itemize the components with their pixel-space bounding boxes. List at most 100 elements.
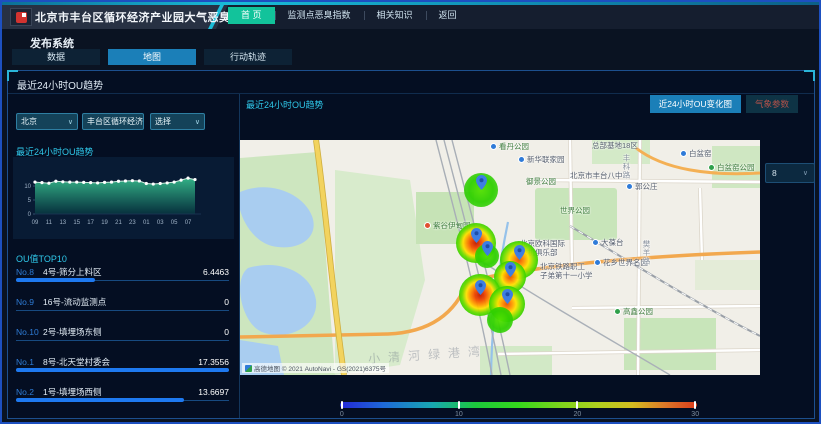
publish-tab-0[interactable]: 数据 bbox=[12, 49, 100, 65]
svg-text:13: 13 bbox=[59, 220, 66, 226]
publish-tab-1[interactable]: 地图 bbox=[108, 49, 196, 65]
nav-item-3[interactable]: 返回 bbox=[426, 7, 470, 24]
blue-poi-icon bbox=[592, 239, 599, 246]
map-label-0: 看丹公园 bbox=[490, 142, 529, 151]
chevron-down-icon: ∨ bbox=[68, 118, 73, 126]
map-pin-icon-5[interactable] bbox=[475, 280, 486, 295]
top-list-row-2[interactable]: No.102号-填埋场东侧0 bbox=[16, 324, 229, 354]
map-label-3: 北京市丰台八中 bbox=[570, 171, 623, 180]
top-list-row-text: No.102号-填埋场东侧0 bbox=[16, 324, 229, 338]
panel-title: 最近24小时OU趋势 bbox=[17, 77, 103, 92]
ou-value: 0 bbox=[224, 327, 229, 337]
blue-poi-icon bbox=[626, 183, 633, 190]
map-label-text: 总部基地18区 bbox=[592, 141, 638, 150]
rank-label: No.10 bbox=[16, 327, 43, 337]
city-select-value: 北京 bbox=[21, 116, 37, 127]
map-label-text: 看丹公园 bbox=[499, 142, 529, 151]
map-label-text: 大葆台 bbox=[601, 238, 624, 247]
trend-chart: 0510091113151719212301030507 bbox=[13, 157, 234, 239]
svg-text:11: 11 bbox=[46, 220, 53, 226]
park-select[interactable]: 丰台区循环经济产 ∨ bbox=[82, 113, 144, 130]
scale-tick-mark-1 bbox=[458, 401, 460, 409]
scale-tick-mark-0 bbox=[341, 401, 343, 409]
green-poi-icon bbox=[614, 308, 621, 315]
svg-text:05: 05 bbox=[171, 220, 178, 226]
map-label-text: 御景公园 bbox=[526, 177, 556, 186]
row-divider bbox=[16, 340, 229, 341]
map-pin-icon-6[interactable] bbox=[502, 289, 513, 304]
row-divider bbox=[16, 310, 229, 311]
blue-poi-icon bbox=[594, 259, 601, 266]
top-list-row-text: No.18号-北天堂村委会17.3556 bbox=[16, 354, 229, 368]
map-attribution: 高德地图 © 2021 AutoNavi - GS(2021)6375号 bbox=[242, 363, 389, 373]
svg-text:21: 21 bbox=[115, 220, 122, 226]
ou-value: 6.4463 bbox=[203, 267, 229, 277]
header: 北京市丰台区循环经济产业园大气恶臭状况实时 首 页监测点恶臭指数相关知识返回 bbox=[2, 2, 819, 29]
rank-label: No.2 bbox=[16, 387, 43, 397]
svg-text:09: 09 bbox=[32, 220, 39, 226]
svg-text:17: 17 bbox=[87, 220, 94, 226]
nav-item-2[interactable]: 相关知识 bbox=[364, 7, 426, 24]
ou-color-scale-labels: 0102030 bbox=[340, 411, 697, 421]
map-label-1: 新华联家园 bbox=[518, 155, 565, 164]
top-list-row-4[interactable]: No.21号-填埋场西侧13.6697 bbox=[16, 384, 229, 414]
top-list-row-1[interactable]: No.916号-流动监测点0 bbox=[16, 294, 229, 324]
top-list-row-text: No.21号-填埋场西侧13.6697 bbox=[16, 384, 229, 398]
svg-text:0: 0 bbox=[28, 212, 32, 218]
nav-item-1[interactable]: 监测点恶臭指数 bbox=[275, 7, 364, 24]
publish-tab-2[interactable]: 行动轨迹 bbox=[204, 49, 292, 65]
map-label-text: 世界公园 bbox=[560, 206, 590, 215]
map-label-13: 花乡世界名园 bbox=[594, 258, 648, 267]
hour-select[interactable]: 8 ∨ bbox=[765, 163, 815, 183]
map-pin-icon-4[interactable] bbox=[505, 262, 516, 277]
app-logo bbox=[10, 8, 32, 26]
site-select[interactable]: 选择 ∨ bbox=[150, 113, 205, 130]
top-list-row-0[interactable]: No.84号-筛分上料区6.4463 bbox=[16, 264, 229, 294]
header-accent-stripe bbox=[2, 2, 819, 5]
map-label-text: 白盆窑公园 bbox=[717, 163, 755, 172]
map-pin-icon-0[interactable] bbox=[476, 175, 487, 190]
map-pin-icon-1[interactable] bbox=[471, 228, 482, 243]
map-label-12: 北京铁路职工 子弟第十一小学 bbox=[540, 262, 593, 280]
map-section-title: 最近24小时OU趋势 bbox=[246, 98, 324, 111]
svg-text:23: 23 bbox=[129, 220, 136, 226]
map-label-15: 丰科路 bbox=[622, 154, 631, 180]
scale-tick-label: 30 bbox=[691, 411, 699, 418]
site-name: 1号-填埋场西侧 bbox=[43, 386, 198, 398]
map-label-text: 樊羊路 bbox=[642, 240, 651, 266]
top-list-row-3[interactable]: No.18号-北天堂村委会17.3556 bbox=[16, 354, 229, 384]
map-label-text: 北京市丰台八中 bbox=[570, 171, 623, 180]
map-label-10: 大葆台 bbox=[592, 238, 624, 247]
heatmap-map[interactable]: 小清河绿港湾 看丹公园新华联家园总部基地18区北京市丰台八中郭公庄白盆窑白盆窑公… bbox=[240, 140, 760, 375]
nav-item-0[interactable]: 首 页 bbox=[228, 7, 275, 24]
rank-label: No.9 bbox=[16, 297, 43, 307]
weather-params-button[interactable]: 气象参数 bbox=[746, 95, 798, 113]
autonavi-logo-icon bbox=[245, 365, 252, 372]
scale-tick-label: 20 bbox=[573, 411, 581, 418]
map-pin-icon-2[interactable] bbox=[482, 241, 493, 256]
svg-text:5: 5 bbox=[28, 198, 32, 204]
city-select[interactable]: 北京 ∨ bbox=[16, 113, 78, 130]
heatmap-blob-7 bbox=[487, 307, 513, 333]
map-label-text: 郭公庄 bbox=[635, 182, 658, 191]
rank-label: No.8 bbox=[16, 267, 43, 277]
map-pin-icon-3[interactable] bbox=[514, 245, 525, 260]
svg-text:01: 01 bbox=[143, 220, 150, 226]
map-label-text: 白盆窑 bbox=[689, 149, 712, 158]
ou-value-bar bbox=[16, 398, 184, 402]
app-window: 北京市丰台区循环经济产业园大气恶臭状况实时 首 页监测点恶臭指数相关知识返回 发… bbox=[0, 0, 821, 424]
ou-value: 13.6697 bbox=[198, 387, 229, 397]
blue-poi-icon bbox=[518, 156, 525, 163]
map-label-text: 丰科路 bbox=[622, 154, 631, 180]
publish-tabs: 数据地图行动轨迹 bbox=[12, 49, 292, 65]
hour-select-value: 8 bbox=[772, 168, 777, 178]
chevron-down-icon: ∨ bbox=[803, 169, 808, 177]
site-name: 4号-筛分上料区 bbox=[43, 266, 203, 278]
ou-change-map-button[interactable]: 近24小时OU变化图 bbox=[650, 95, 741, 113]
scale-tick-label: 10 bbox=[455, 411, 463, 418]
park-select-value: 丰台区循环经济产 bbox=[87, 116, 144, 127]
site-name: 8号-北天堂村委会 bbox=[43, 356, 198, 368]
ou-color-scale bbox=[340, 402, 697, 408]
map-label-8: 世界公园 bbox=[560, 206, 590, 215]
top-list-row-text: No.84号-筛分上料区6.4463 bbox=[16, 264, 229, 278]
